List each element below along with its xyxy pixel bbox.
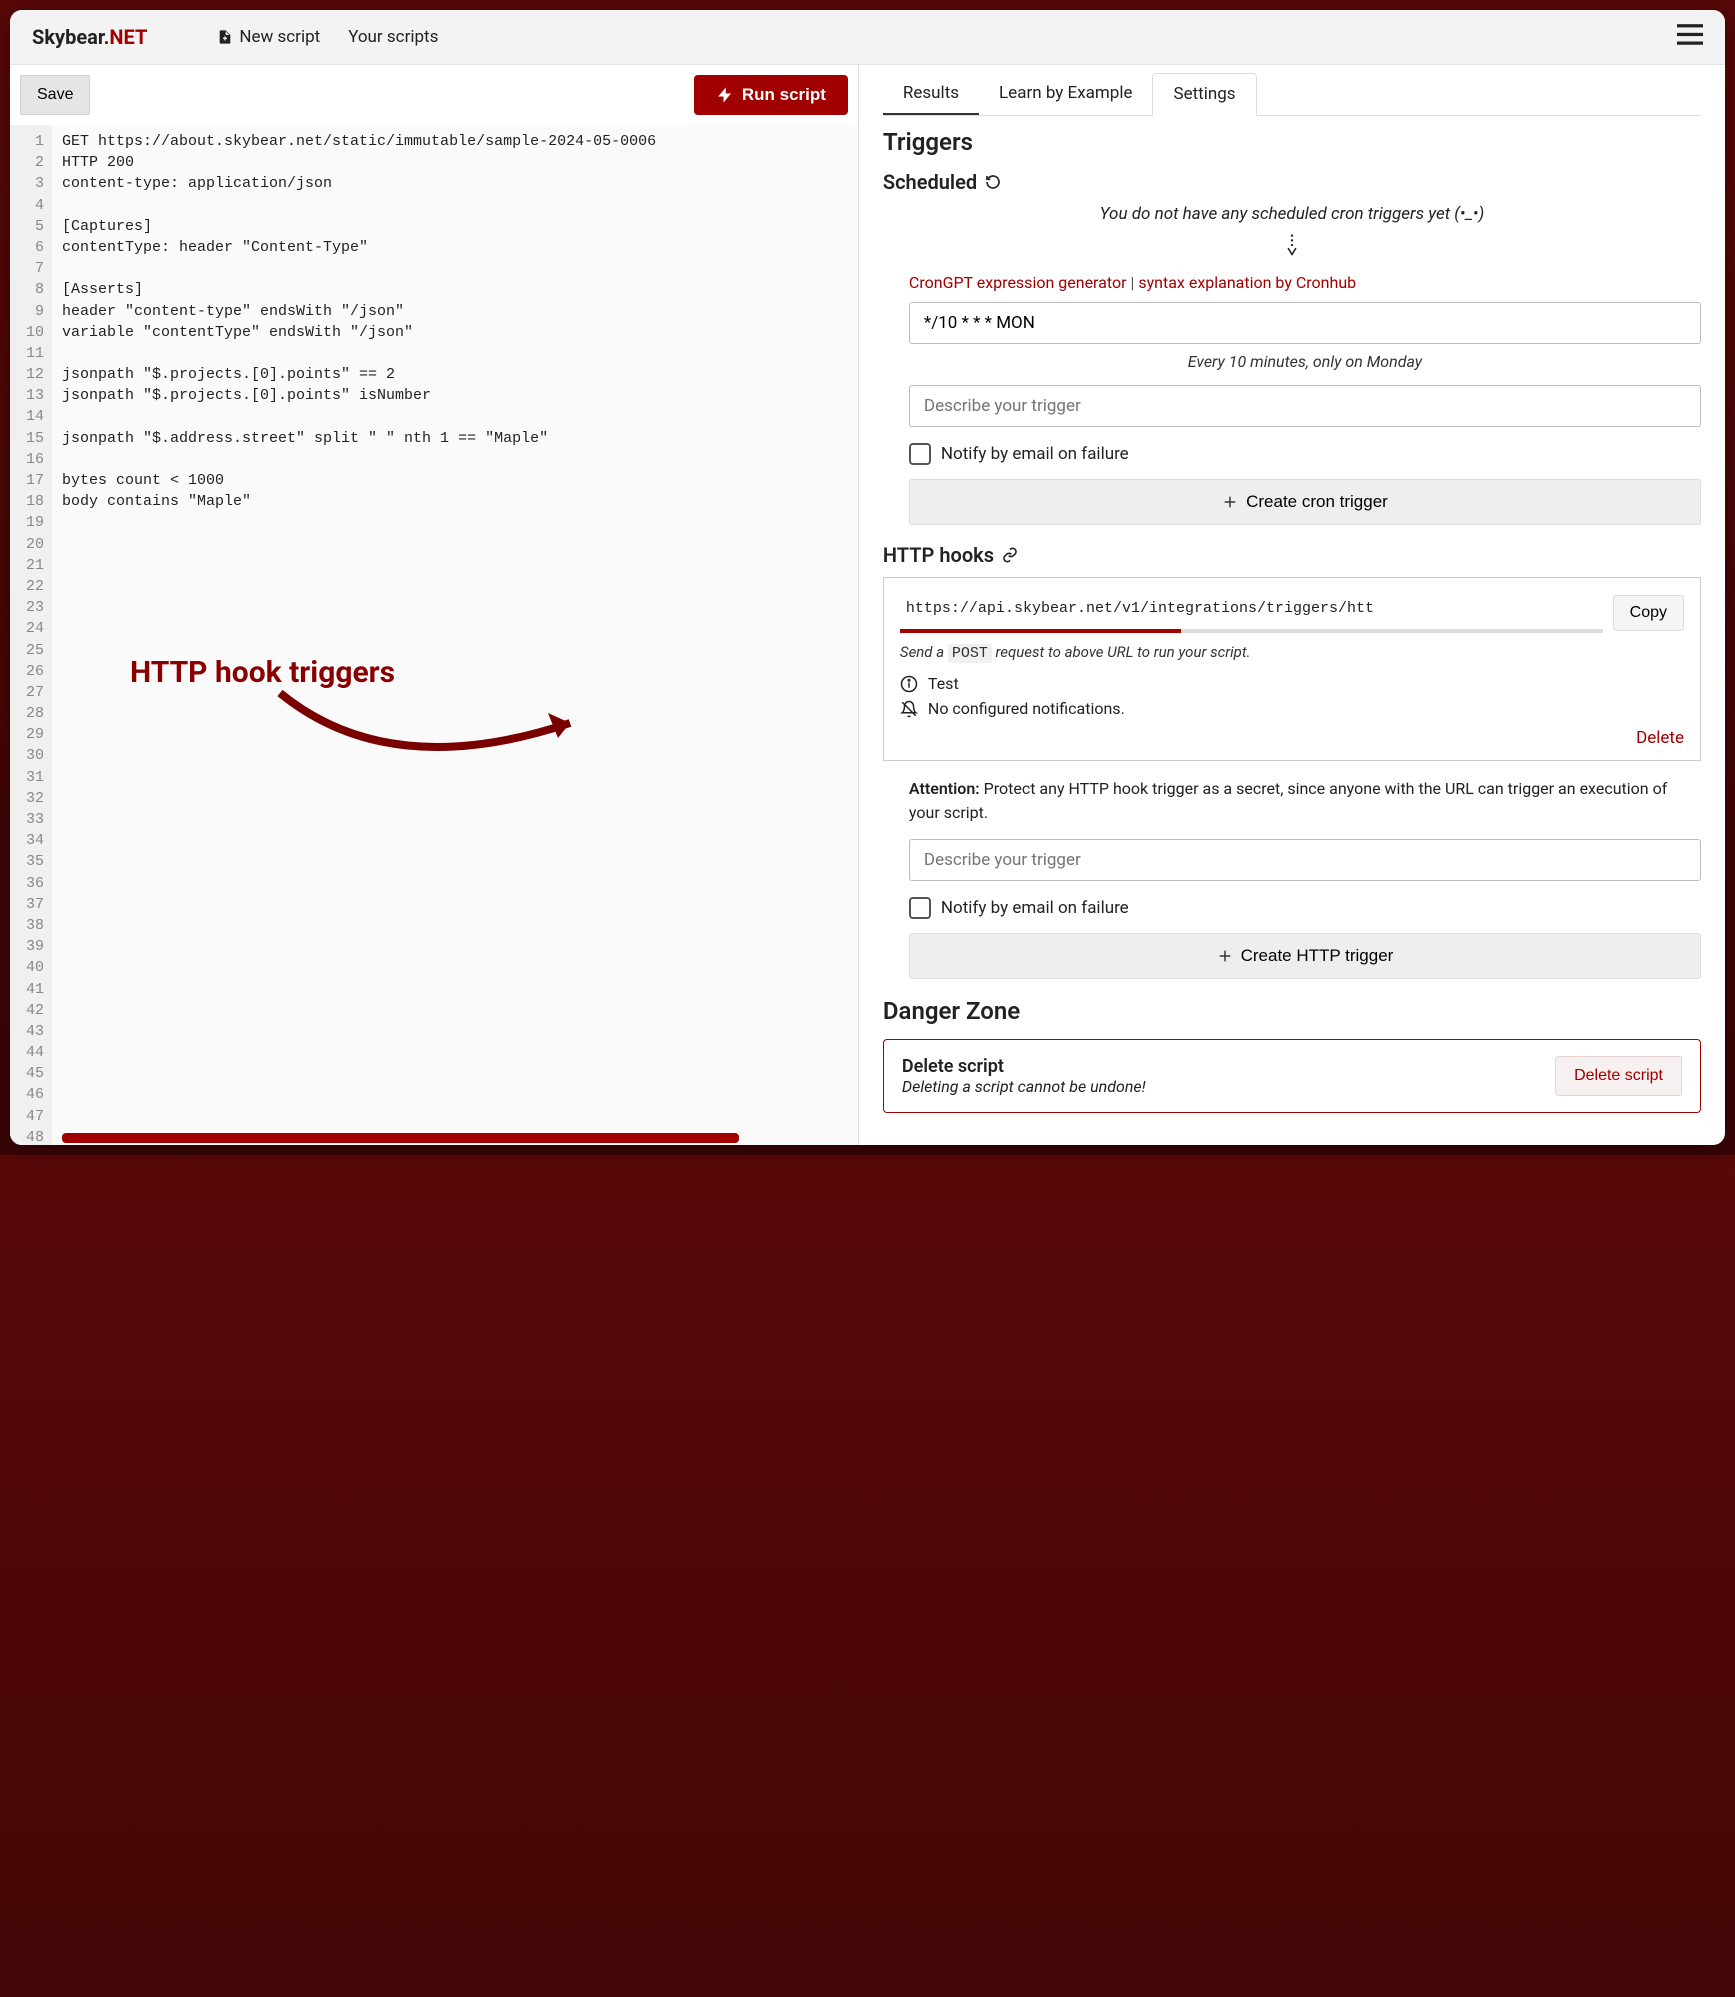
cron-help-links: CronGPT expression generator | syntax ex…: [909, 273, 1701, 292]
brand-part1: Skybear: [32, 25, 104, 49]
hook-hint-code: POST: [948, 644, 992, 663]
tabs: Results Learn by Example Settings: [883, 73, 1701, 116]
editor-toolbar: Save Run script: [10, 65, 858, 125]
run-script-button[interactable]: Run script: [694, 75, 848, 115]
test-hook-row[interactable]: Test: [900, 674, 1684, 693]
triggers-heading: Triggers: [883, 128, 1701, 156]
hook-hint-prefix: Send a: [900, 643, 948, 661]
code-editor[interactable]: 1234567891011121314151617181920212223242…: [10, 125, 858, 1145]
http-hooks-title: HTTP hooks: [883, 543, 994, 567]
danger-subtitle: Deleting a script cannot be undone!: [902, 1077, 1146, 1096]
no-notifications-label: No configured notifications.: [928, 699, 1125, 718]
create-cron-trigger-button[interactable]: Create cron trigger: [909, 479, 1701, 525]
hook-description-input[interactable]: [909, 839, 1701, 881]
run-label: Run script: [742, 85, 826, 105]
plus-icon: [1222, 494, 1238, 510]
danger-text: Delete script Deleting a script cannot b…: [902, 1056, 1146, 1096]
tab-settings[interactable]: Settings: [1152, 73, 1256, 116]
arrow-down-dotted-icon: [1286, 234, 1298, 256]
save-button[interactable]: Save: [20, 75, 90, 115]
cron-expression-hint: Every 10 minutes, only on Monday: [909, 352, 1701, 371]
attention-text: Protect any HTTP hook trigger as a secre…: [909, 779, 1667, 822]
top-nav: Skybear.NET New script Your scripts: [10, 10, 1725, 65]
bell-off-icon: [900, 700, 918, 718]
cronhub-link[interactable]: syntax explanation by Cronhub: [1138, 273, 1356, 292]
main-split: Save Run script 123456789101112131415161…: [10, 65, 1725, 1145]
hook-notify-checkbox[interactable]: [909, 897, 931, 919]
tab-results[interactable]: Results: [883, 73, 979, 115]
http-hook-card: https://api.skybear.net/v1/integrations/…: [883, 577, 1701, 761]
tab-learn[interactable]: Learn by Example: [979, 73, 1152, 115]
hook-url-container: https://api.skybear.net/v1/integrations/…: [900, 592, 1603, 633]
scheduled-empty-msg: You do not have any scheduled cron trigg…: [883, 204, 1701, 224]
nav-your-scripts-label: Your scripts: [348, 27, 438, 47]
attention-block: Attention: Protect any HTTP hook trigger…: [909, 777, 1701, 825]
no-notifications-row: No configured notifications.: [900, 699, 1684, 718]
crongpt-link[interactable]: CronGPT expression generator: [909, 273, 1127, 292]
hook-url-row: https://api.skybear.net/v1/integrations/…: [900, 592, 1684, 633]
cron-notify-checkbox[interactable]: [909, 443, 931, 465]
hook-url[interactable]: https://api.skybear.net/v1/integrations/…: [900, 592, 1603, 627]
nav-new-script-label: New script: [239, 27, 320, 47]
line-gutter: 1234567891011121314151617181920212223242…: [10, 125, 52, 1145]
file-plus-icon: [217, 28, 233, 46]
hook-hint-suffix: request to above URL to run your script.: [992, 643, 1251, 661]
hook-hint: Send a POST request to above URL to run …: [900, 643, 1684, 662]
refresh-icon: [985, 174, 1001, 190]
http-hook-form: Notify by email on failure Create HTTP t…: [909, 839, 1701, 979]
nav-your-scripts[interactable]: Your scripts: [348, 27, 438, 47]
menu-button[interactable]: [1677, 24, 1703, 50]
scheduled-form: CronGPT expression generator | syntax ex…: [909, 273, 1701, 525]
cron-expression-input[interactable]: [909, 302, 1701, 344]
info-icon: [900, 675, 918, 693]
test-hook-label: Test: [928, 674, 959, 693]
scheduled-title: Scheduled: [883, 170, 977, 194]
delete-hook-link[interactable]: Delete: [900, 728, 1684, 748]
nav-links: New script Your scripts: [217, 27, 438, 47]
danger-box: Delete script Deleting a script cannot b…: [883, 1039, 1701, 1113]
cron-notify-label: Notify by email on failure: [941, 444, 1129, 464]
http-hooks-heading: HTTP hooks: [883, 543, 1701, 567]
hook-notify-row: Notify by email on failure: [909, 897, 1701, 919]
code-content[interactable]: GET https://about.skybear.net/static/imm…: [52, 125, 858, 1145]
scrollbar-thumb[interactable]: [62, 1133, 739, 1143]
hook-url-scroll-thumb[interactable]: [900, 629, 1181, 633]
bolt-icon: [716, 86, 734, 104]
hamburger-icon: [1677, 24, 1703, 46]
app-window: Skybear.NET New script Your scripts Save…: [10, 10, 1725, 1145]
create-cron-label: Create cron trigger: [1246, 492, 1388, 512]
danger-title: Delete script: [902, 1056, 1146, 1077]
copy-url-button[interactable]: Copy: [1613, 595, 1684, 631]
brand-part2: .NET: [104, 25, 148, 49]
hook-url-scroll[interactable]: [900, 629, 1603, 633]
cron-notify-row: Notify by email on failure: [909, 443, 1701, 465]
settings-panel: Results Learn by Example Settings Trigge…: [859, 65, 1725, 1145]
horizontal-scrollbar[interactable]: [62, 1133, 858, 1143]
hook-notify-label: Notify by email on failure: [941, 898, 1129, 918]
nav-new-script[interactable]: New script: [217, 27, 320, 47]
link-icon: [1002, 547, 1018, 563]
create-http-trigger-button[interactable]: Create HTTP trigger: [909, 933, 1701, 979]
create-http-label: Create HTTP trigger: [1241, 946, 1394, 966]
attention-label: Attention:: [909, 779, 980, 798]
cron-description-input[interactable]: [909, 385, 1701, 427]
scheduled-heading: Scheduled: [883, 170, 1701, 194]
editor-panel: Save Run script 123456789101112131415161…: [10, 65, 859, 1145]
brand-logo[interactable]: Skybear.NET: [32, 25, 147, 49]
delete-script-button[interactable]: Delete script: [1555, 1056, 1682, 1096]
danger-zone-heading: Danger Zone: [883, 997, 1701, 1025]
plus-icon: [1217, 948, 1233, 964]
dotted-arrow: [883, 234, 1701, 261]
